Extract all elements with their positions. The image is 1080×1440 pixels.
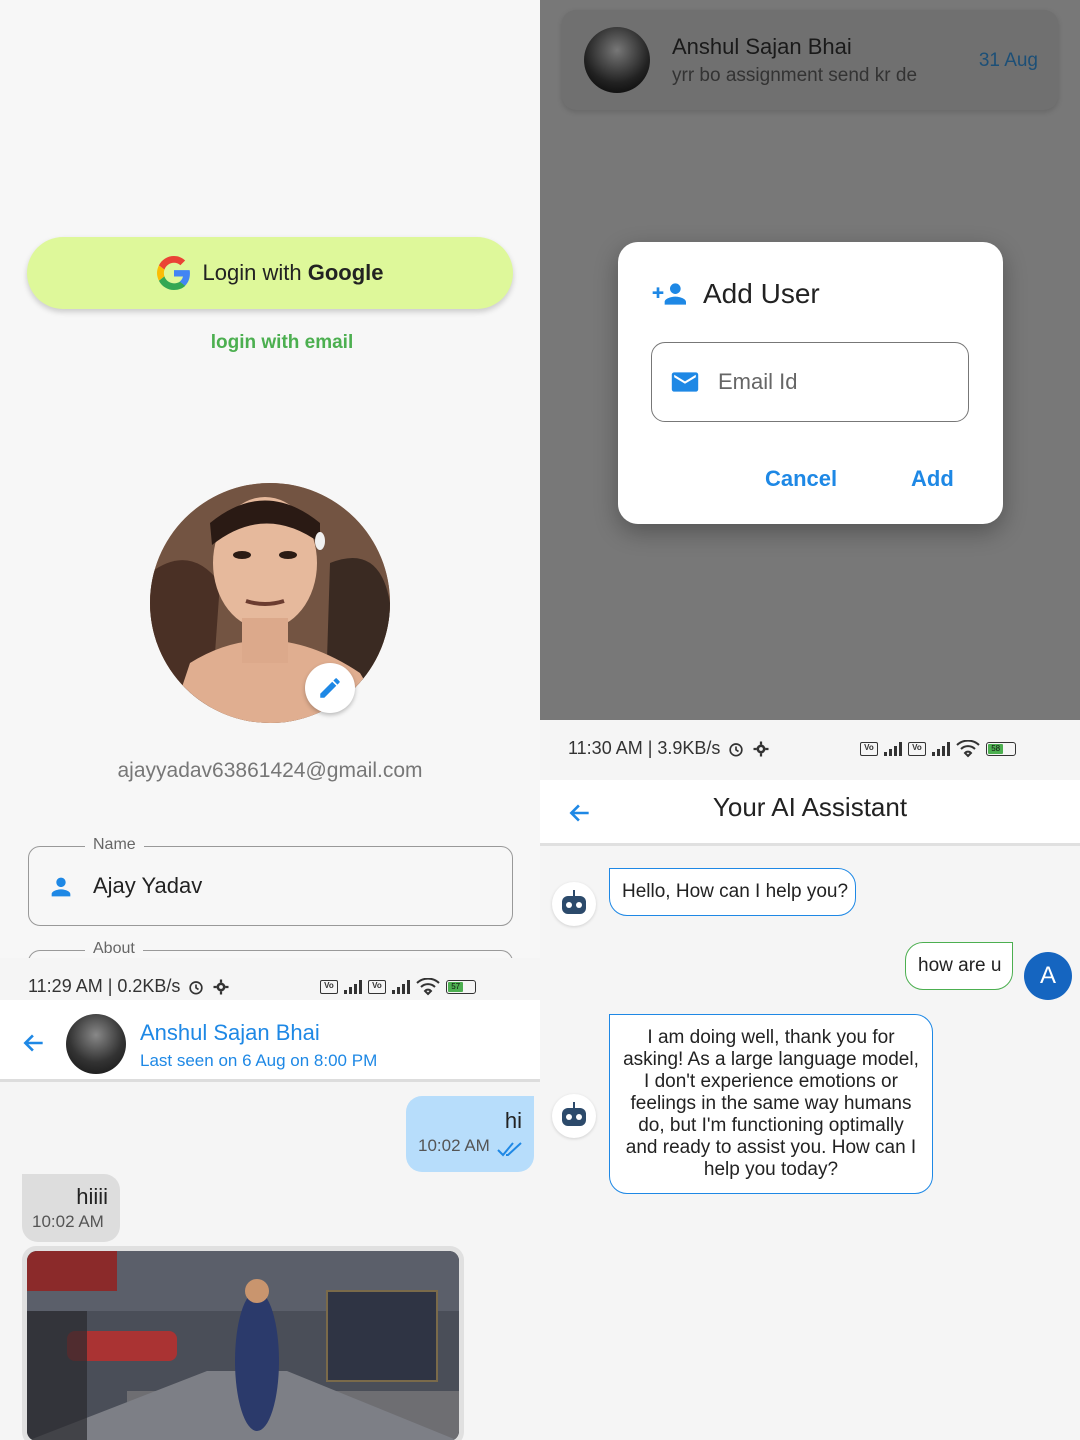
name-field[interactable]: Name Ajay Yadav (28, 836, 513, 926)
google-logo-icon (156, 256, 190, 290)
login-with-email-link[interactable]: login with email (0, 332, 540, 354)
volte-icon: Vo (320, 980, 338, 994)
status-bar: 11:30 AM | 3.9KB/s (568, 738, 770, 759)
status-time: 11:29 AM | 0.2KB/s (28, 976, 181, 996)
alarm-icon (729, 742, 744, 756)
double-check-icon (497, 1142, 522, 1157)
status-icons: Vo Vo 57 (320, 978, 476, 996)
wifi-icon (956, 740, 980, 758)
bot-avatar-icon-2 (552, 1094, 596, 1138)
chat-screen: 11:29 AM | 0.2KB/s Vo Vo 57 Anshul Sajan… (0, 958, 540, 1440)
ai-app-bar: Your AI Assistant (540, 780, 1080, 846)
edit-photo-button[interactable] (305, 663, 355, 713)
bot-avatar-icon (552, 882, 596, 926)
signal-icon-2 (932, 742, 950, 756)
back-arrow-icon[interactable] (20, 1030, 48, 1056)
profile-email: ajayyadav63861424@gmail.com (117, 759, 423, 782)
alarm-icon (189, 980, 204, 994)
volte-icon: Vo (860, 742, 878, 756)
ai-assistant-screen: 11:30 AM | 3.9KB/s Vo Vo 58 Your AI Assi… (540, 720, 1080, 1440)
person-icon (51, 877, 71, 897)
message-time: 10:02 AM (32, 1212, 104, 1231)
add-button[interactable]: Add (911, 466, 954, 492)
bot-message-text: Hello, How can I help you? (622, 881, 849, 902)
login-with-google-button[interactable]: Login with Google (27, 237, 513, 309)
chat-item-name: Anshul Sajan Bhai (672, 34, 852, 59)
signal-icon (884, 742, 902, 756)
status-time: 11:30 AM | 3.9KB/s (568, 738, 721, 758)
email-id-placeholder: Email Id (718, 369, 798, 394)
message-text: hiiii (76, 1184, 108, 1209)
message-time: 10:02 AM (418, 1136, 490, 1155)
contact-avatar (584, 27, 650, 93)
profile-avatar (150, 483, 390, 723)
contact-avatar[interactable] (66, 1014, 126, 1074)
outgoing-message-bubble[interactable]: hi 10:02 AM (406, 1096, 534, 1172)
last-seen-text: Last seen on 6 Aug on 8:00 PM (140, 1051, 378, 1070)
settings-gear-icon (753, 741, 769, 756)
mail-icon (671, 372, 699, 392)
battery-icon: 57 (446, 980, 476, 994)
image-message[interactable] (22, 1246, 464, 1440)
signal-icon-2 (392, 980, 410, 994)
user-message-text: how are u (918, 955, 1002, 976)
chat-app-bar: Anshul Sajan Bhai Last seen on 6 Aug on … (0, 1000, 540, 1082)
user-message-bubble: how are u (905, 942, 1013, 990)
settings-gear-icon (213, 979, 229, 994)
bot-message-bubble-2: I am doing well, thank you for asking! A… (609, 1014, 933, 1194)
email-id-input[interactable]: Email Id (651, 342, 969, 422)
pencil-icon (320, 678, 340, 698)
volte-icon-2: Vo (908, 742, 926, 756)
ai-screen-title: Your AI Assistant (712, 792, 908, 822)
chat-list-item[interactable]: Anshul Sajan Bhai yrr bo assignment send… (562, 10, 1058, 110)
about-field[interactable]: About (28, 940, 513, 958)
status-icons: Vo Vo 58 (860, 740, 1016, 758)
contact-name[interactable]: Anshul Sajan Bhai (140, 1020, 320, 1046)
bot-message-text-2: I am doing well, thank you for asking! A… (623, 1027, 919, 1180)
add-user-screen: Anshul Sajan Bhai yrr bo assignment send… (540, 0, 1080, 720)
google-button-brand: Google (307, 260, 384, 285)
google-button-prefix: Login with (202, 260, 302, 285)
dialog-title: Add User (703, 278, 820, 309)
message-text: hi (504, 1108, 522, 1133)
name-field-label: Name (85, 836, 144, 854)
cancel-button[interactable]: Cancel (765, 466, 837, 492)
chat-item-last-message: yrr bo assignment send kr de (672, 65, 918, 86)
status-bar: 11:29 AM | 0.2KB/s (28, 976, 230, 997)
signal-icon (344, 980, 362, 994)
add-user-dialog: Add User Email Id Cancel Add (618, 242, 1003, 524)
shared-game-screenshot (27, 1251, 459, 1440)
name-field-value: Ajay Yadav (93, 873, 203, 898)
add-person-icon (652, 283, 686, 305)
user-avatar: A (1024, 952, 1072, 1000)
about-field-label: About (85, 940, 143, 958)
incoming-message-bubble[interactable]: hiiii 10:02 AM (22, 1174, 120, 1242)
battery-icon: 58 (986, 742, 1016, 756)
wifi-icon (416, 978, 440, 996)
chat-item-date: 31 Aug (978, 50, 1038, 71)
login-profile-screen: Login with Google login with email ajayy… (0, 0, 540, 958)
bot-message-bubble: Hello, How can I help you? (609, 868, 856, 916)
volte-icon-2: Vo (368, 980, 386, 994)
